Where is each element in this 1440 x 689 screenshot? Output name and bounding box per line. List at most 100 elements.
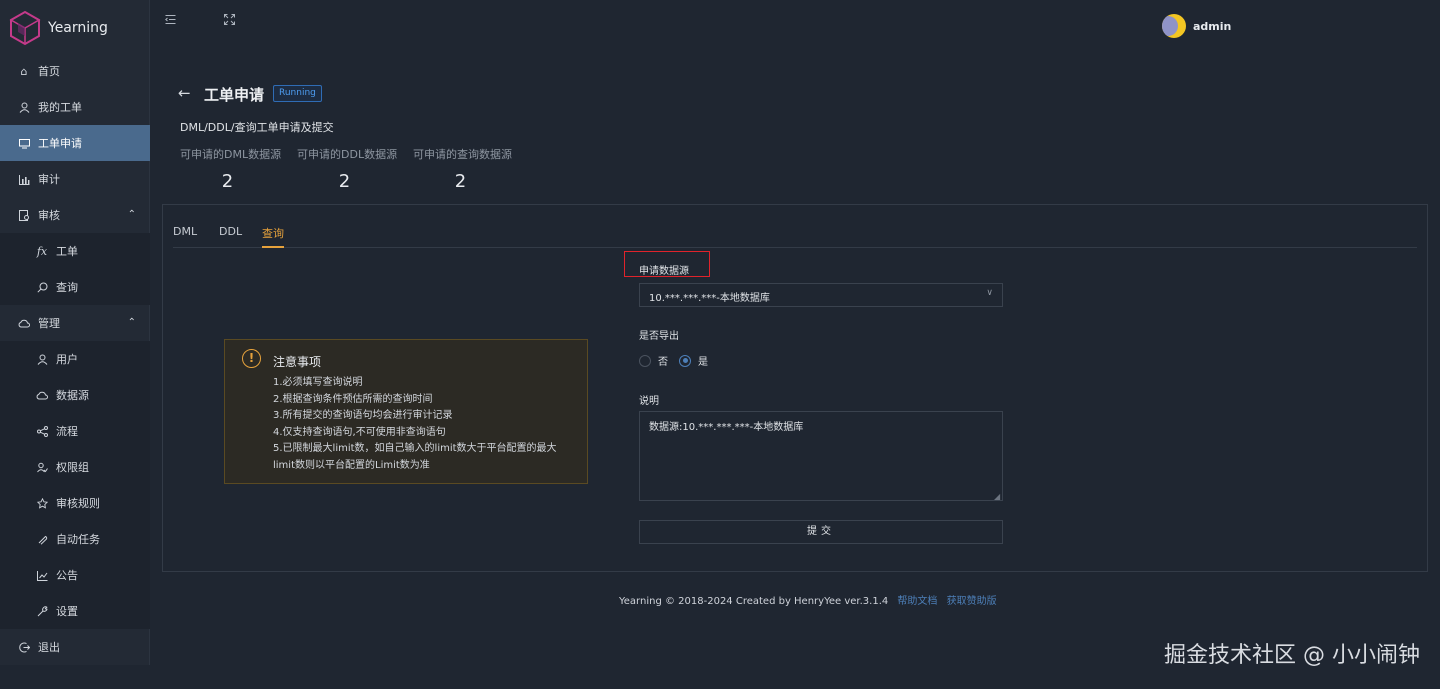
stat-value: 2 bbox=[338, 171, 351, 192]
user-icon bbox=[36, 353, 48, 365]
notice-line: 1.必须填写查询说明 bbox=[273, 377, 363, 388]
sidebar-item-audit-log[interactable]: 审计 bbox=[0, 161, 150, 197]
sidebar-item-settings[interactable]: 设置 bbox=[0, 593, 150, 629]
note-textarea[interactable]: 数据源:10.***.***.***-本地数据库 bbox=[639, 411, 1003, 501]
sidebar-item-home[interactable]: ⌂ 首页 bbox=[0, 53, 150, 89]
flow-icon bbox=[36, 425, 48, 437]
sidebar-item-announcement[interactable]: 公告 bbox=[0, 557, 150, 593]
fullscreen-icon[interactable] bbox=[224, 14, 235, 29]
status-badge: Running bbox=[273, 85, 322, 102]
sidebar-item-audit-rules[interactable]: 审核规则 bbox=[0, 485, 150, 521]
fx-icon: fx bbox=[36, 244, 48, 258]
notice-line: limit数则以平台配置的Limit数为准 bbox=[273, 459, 430, 471]
sidebar-item-review[interactable]: 审核 ⌃ bbox=[0, 197, 150, 233]
tab-query[interactable]: 查询 bbox=[262, 225, 284, 248]
bar-chart-icon bbox=[18, 173, 30, 185]
task-icon bbox=[36, 533, 48, 545]
sidebar-item-label: 数据源 bbox=[56, 389, 89, 402]
tab-dml[interactable]: DML bbox=[173, 225, 197, 248]
notice-line: 2.根据查询条件预估所需的查询时间 bbox=[273, 393, 433, 405]
group-icon bbox=[36, 461, 48, 473]
sponsor-link[interactable]: 获取赞助版 bbox=[947, 596, 997, 607]
user-icon bbox=[18, 101, 30, 113]
stat-query-sources: 可申请的查询数据源 2 bbox=[413, 146, 512, 192]
sidebar-item-flow[interactable]: 流程 bbox=[0, 413, 150, 449]
sidebar-bottom bbox=[0, 665, 150, 689]
sidebar-item-label: 管理 bbox=[38, 317, 60, 330]
notice-box: ! 注意事项 1.必须填写查询说明 2.根据查询条件预估所需的查询时间 3.所有… bbox=[224, 339, 588, 484]
footer-text: Yearning © 2018-2024 Created by HenryYee… bbox=[619, 596, 889, 607]
menu-fold-icon[interactable] bbox=[165, 14, 176, 29]
sidebar-menu: ⌂ 首页 我的工单 工单申请 审计 审核 ⌃ fx 工单 查询 管理 ⌃ 用户 … bbox=[0, 53, 150, 665]
sidebar-item-label: 自动任务 bbox=[56, 533, 100, 546]
note-label: 说明 bbox=[639, 396, 659, 407]
sidebar-item-label: 权限组 bbox=[56, 461, 89, 474]
sidebar-item-manage[interactable]: 管理 ⌃ bbox=[0, 305, 150, 341]
stat-label: 可申请的DML数据源 bbox=[180, 148, 282, 161]
logout-icon bbox=[18, 641, 30, 653]
export-radio-no[interactable]: 否 bbox=[639, 353, 668, 368]
select-value: 10.***.***.***-本地数据库 bbox=[649, 293, 770, 304]
notice-line: 4.仅支持查询语句,不可使用非查询语句 bbox=[273, 426, 446, 438]
sidebar-item-label: 审核 bbox=[38, 209, 60, 222]
sidebar-item-label: 查询 bbox=[56, 281, 78, 294]
sidebar-item-datasource[interactable]: 数据源 bbox=[0, 377, 150, 413]
sidebar-item-label: 流程 bbox=[56, 425, 78, 438]
stat-ddl-sources: 可申请的DDL数据源 2 bbox=[297, 146, 397, 192]
sidebar-item-label: 首页 bbox=[38, 65, 60, 78]
submit-button[interactable]: 提交 bbox=[639, 520, 1003, 544]
footer: Yearning © 2018-2024 Created by HenryYee… bbox=[619, 592, 997, 607]
cloud-icon bbox=[18, 317, 30, 329]
stat-label: 可申请的DDL数据源 bbox=[297, 148, 398, 161]
sidebar-item-my-orders[interactable]: 我的工单 bbox=[0, 89, 150, 125]
notice-content: 1.必须填写查询说明 2.根据查询条件预估所需的查询时间 3.所有提交的查询语句… bbox=[273, 375, 573, 474]
sidebar-item-label: 工单申请 bbox=[38, 137, 82, 150]
chart-icon bbox=[36, 569, 48, 581]
page-title: 工单申请 bbox=[204, 86, 265, 104]
back-arrow-icon[interactable]: ← bbox=[178, 84, 191, 102]
warning-icon: ! bbox=[242, 349, 261, 368]
wrench-icon bbox=[36, 605, 48, 617]
watermark: 掘金技术社区 @ 小小闹钟 bbox=[1164, 643, 1420, 668]
sidebar-item-label: 我的工单 bbox=[38, 101, 82, 114]
tab-bar: DML DDL 查询 bbox=[173, 223, 1417, 248]
radio-circle bbox=[639, 354, 651, 367]
stat-value: 2 bbox=[454, 171, 467, 192]
chevron-up-icon: ⌃ bbox=[127, 317, 136, 328]
rule-icon bbox=[36, 497, 48, 509]
sidebar-item-review-query[interactable]: 查询 bbox=[0, 269, 150, 305]
cube-logo-icon bbox=[9, 10, 41, 46]
radio-label: 否 bbox=[658, 357, 668, 368]
app-name: Yearning bbox=[48, 20, 108, 36]
page-description: DML/DDL/查询工单申请及提交 bbox=[180, 121, 334, 134]
search-icon bbox=[36, 281, 48, 293]
sidebar-item-label: 审核规则 bbox=[56, 497, 100, 510]
export-radio-yes[interactable]: 是 bbox=[679, 353, 708, 368]
sidebar-item-label: 设置 bbox=[56, 605, 78, 618]
datasource-select[interactable]: 10.***.***.***-本地数据库 ∨ bbox=[639, 283, 1003, 307]
avatar bbox=[1162, 14, 1186, 38]
chevron-down-icon: ∨ bbox=[986, 288, 993, 298]
notice-line: 5.已限制最大limit数，如自己输入的limit数大于平台配置的最大 bbox=[273, 443, 557, 454]
radio-label: 是 bbox=[698, 357, 708, 368]
sidebar-item-users[interactable]: 用户 bbox=[0, 341, 150, 377]
sidebar-item-order-apply[interactable]: 工单申请 bbox=[0, 125, 150, 161]
database-icon bbox=[36, 389, 48, 401]
sidebar-item-label: 用户 bbox=[56, 353, 78, 366]
apply-card: DML DDL 查询 ! 注意事项 1.必须填写查询说明 2.根据查询条件预估所… bbox=[162, 204, 1428, 572]
app-logo[interactable]: Yearning bbox=[8, 9, 148, 47]
stat-value: 2 bbox=[221, 171, 234, 192]
export-label: 是否导出 bbox=[639, 331, 679, 342]
sidebar-item-auto-task[interactable]: 自动任务 bbox=[0, 521, 150, 557]
resize-grip-icon[interactable]: ◢ bbox=[994, 492, 1000, 501]
sidebar-item-logout[interactable]: 退出 bbox=[0, 629, 150, 665]
sidebar-item-label: 公告 bbox=[56, 569, 78, 582]
sidebar-item-review-orders[interactable]: fx 工单 bbox=[0, 233, 150, 269]
sidebar-item-label: 审计 bbox=[38, 173, 60, 186]
audit-icon bbox=[18, 209, 30, 221]
help-docs-link[interactable]: 帮助文档 bbox=[897, 596, 937, 607]
tab-ddl[interactable]: DDL bbox=[219, 225, 242, 248]
sidebar: Yearning ⌂ 首页 我的工单 工单申请 审计 审核 ⌃ fx 工单 查询… bbox=[0, 0, 150, 665]
sidebar-item-permission-group[interactable]: 权限组 bbox=[0, 449, 150, 485]
user-menu[interactable]: admin bbox=[1162, 14, 1231, 38]
